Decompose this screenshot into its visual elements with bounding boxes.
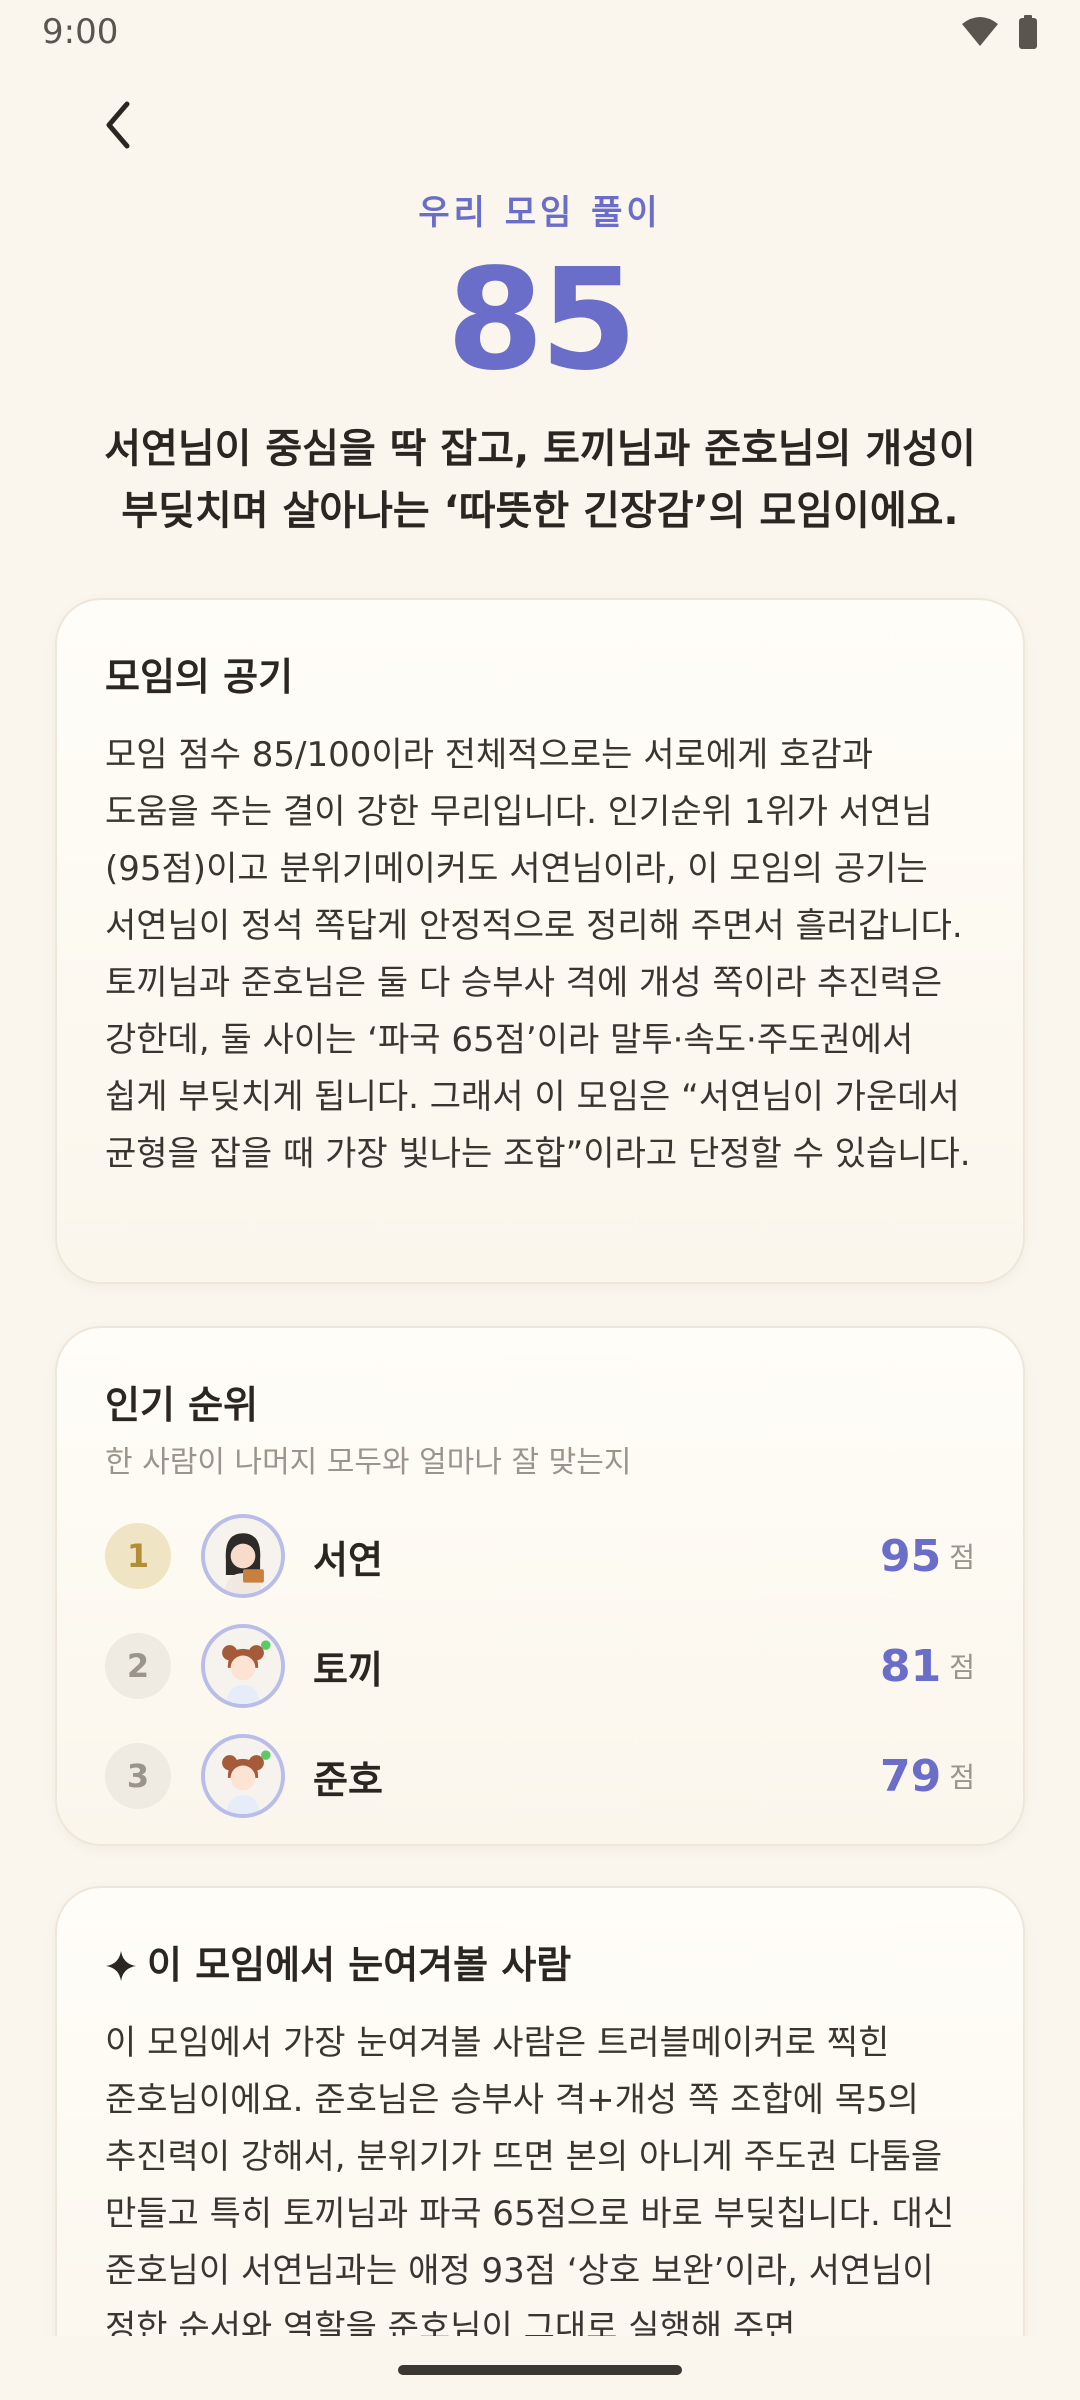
ranking-row[interactable]: 1 서연 95 점 [105,1501,975,1611]
header-eyebrow: 우리 모임 풀이 [418,193,662,233]
avatar [201,1734,285,1818]
highlight-title-text: 이 모임에서 눈여겨볼 사람 [147,1943,572,1987]
ranking-row[interactable]: 2 토끼 81 점 [105,1611,975,1721]
summary-line-1: 서연님이 중심을 딱 잡고, 토끼님과 준호님의 개성이 [104,426,976,472]
member-score: 81 [880,1640,942,1692]
member-name: 준호 [313,1757,383,1802]
score-unit: 점 [949,1761,975,1794]
ranking-subtitle: 한 사람이 나머지 모두와 얼마나 잘 맞는지 [105,1445,632,1480]
status-icons [960,15,1038,49]
ranking-title: 인기 순위 [105,1383,259,1427]
member-name: 서연 [313,1537,383,1582]
atmosphere-card: 모임의 공기 모임 점수 85/100이라 전체적으로는 서로에게 호감과 도움… [55,598,1025,1284]
gesture-handle[interactable] [398,2365,682,2375]
back-button[interactable] [88,95,148,155]
result-header: 우리 모임 풀이 85 서연님이 중심을 딱 잡고, 토끼님과 준호님의 개성이… [0,185,1080,542]
highlight-card: 이 모임에서 눈여겨볼 사람 이 모임에서 가장 눈여겨볼 사람은 트러블메이커… [55,1886,1025,2400]
atmosphere-title: 모임의 공기 [105,655,294,699]
ranking-card: 인기 순위 한 사람이 나머지 모두와 얼마나 잘 맞는지 1 서연 95 점 … [55,1326,1025,1846]
chevron-left-icon [106,101,130,149]
score-unit: 점 [949,1651,975,1684]
battery-icon [1019,15,1037,49]
highlight-title: 이 모임에서 눈여겨볼 사람 [105,1934,975,1989]
atmosphere-body: 모임 점수 85/100이라 전체적으로는 서로에게 호감과 도움을 주는 결이… [105,735,971,1174]
member-name: 토끼 [313,1647,383,1692]
rank-badge: 3 [105,1743,171,1809]
highlight-body: 이 모임에서 가장 눈여겨볼 사람은 트러블메이커로 찍힌 준호님이에요. 준호… [105,2023,955,2348]
member-avatar-icon [205,1628,281,1704]
member-score: 79 [880,1750,942,1802]
ranking-list: 1 서연 95 점 2 토끼 81 점 3 준호 79 점 [105,1501,975,1831]
avatar [201,1624,285,1708]
ranking-row[interactable]: 3 준호 79 점 [105,1721,975,1831]
rank-badge: 2 [105,1633,171,1699]
score-unit: 점 [949,1541,975,1574]
summary-line-2: 부딪치며 살아나는 ‘따뜻한 긴장감’의 모임이에요. [121,488,959,534]
avatar [201,1514,285,1598]
sparkle-icon [105,1943,137,1987]
wifi-icon [962,17,998,46]
rank-badge: 1 [105,1523,171,1589]
member-avatar-icon [205,1738,281,1814]
status-bar: 9:00 [0,0,1080,64]
group-score: 85 [446,239,638,402]
member-avatar-icon [205,1518,281,1594]
header-summary: 서연님이 중심을 딱 잡고, 토끼님과 준호님의 개성이 부딪치며 살아나는 ‘… [40,418,1040,542]
member-score: 95 [880,1530,942,1582]
status-time: 9:00 [42,12,119,52]
